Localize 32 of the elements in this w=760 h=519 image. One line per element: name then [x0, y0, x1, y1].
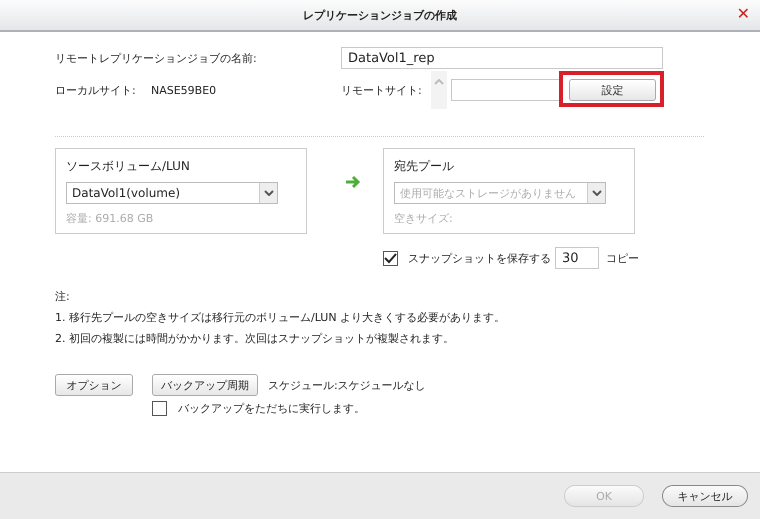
- note-text: 1. 移行先プールの空きサイズは移行元のボリューム/LUN より大きくする必要があります。: [55, 310, 506, 326]
- local-site-label: ローカルサイト:: [55, 82, 137, 98]
- capacity-text: 容量: 691.68 GB: [66, 211, 154, 226]
- source-title: ソースボリューム/LUN: [66, 158, 191, 175]
- job-name-field[interactable]: DataVol1_rep: [341, 47, 663, 69]
- destination-title: 宛先プール: [394, 158, 455, 175]
- copy-unit: コピー: [606, 250, 639, 266]
- schedule-text: スケジュール:スケジュールなし: [268, 378, 426, 392]
- check-icon: [384, 252, 397, 264]
- close-button[interactable]: ✕: [736, 4, 750, 23]
- notes-heading: 注:: [55, 289, 71, 305]
- run-now-checkbox[interactable]: [152, 400, 167, 416]
- local-site-value: NASE59BE0: [151, 84, 218, 96]
- cancel-button[interactable]: キャンセル: [662, 485, 748, 507]
- caret-icon: [264, 190, 274, 196]
- caret-up-icon: [434, 79, 444, 85]
- caret-icon: [592, 190, 602, 196]
- remote-site-label: リモートサイト:: [341, 82, 423, 98]
- backup-period-button[interactable]: バックアップ周期: [152, 374, 258, 396]
- remote-site-field[interactable]: [451, 79, 561, 101]
- snapshot-count-field[interactable]: 30: [555, 247, 599, 269]
- job-name-label: リモートレプリケーションジョブの名前:: [55, 50, 258, 66]
- options-button[interactable]: オプション: [55, 374, 133, 396]
- settings-button[interactable]: 設定: [569, 79, 656, 101]
- free-size-text: 空きサイズ:: [394, 211, 454, 226]
- snapshot-checkbox[interactable]: [383, 250, 398, 266]
- right-arrow-icon: [345, 175, 361, 189]
- note-text: 2. 初回の複製には時間がかかります。次回はスナップショットが複製されます。: [55, 331, 455, 347]
- snapshot-label: スナップショットを保存する: [408, 250, 551, 266]
- run-now-label: バックアップをただちに実行します。: [178, 400, 365, 416]
- source-dropdown[interactable]: DataVol1(volume): [66, 182, 278, 204]
- window-title: レプリケーションジョブの作成: [303, 8, 457, 22]
